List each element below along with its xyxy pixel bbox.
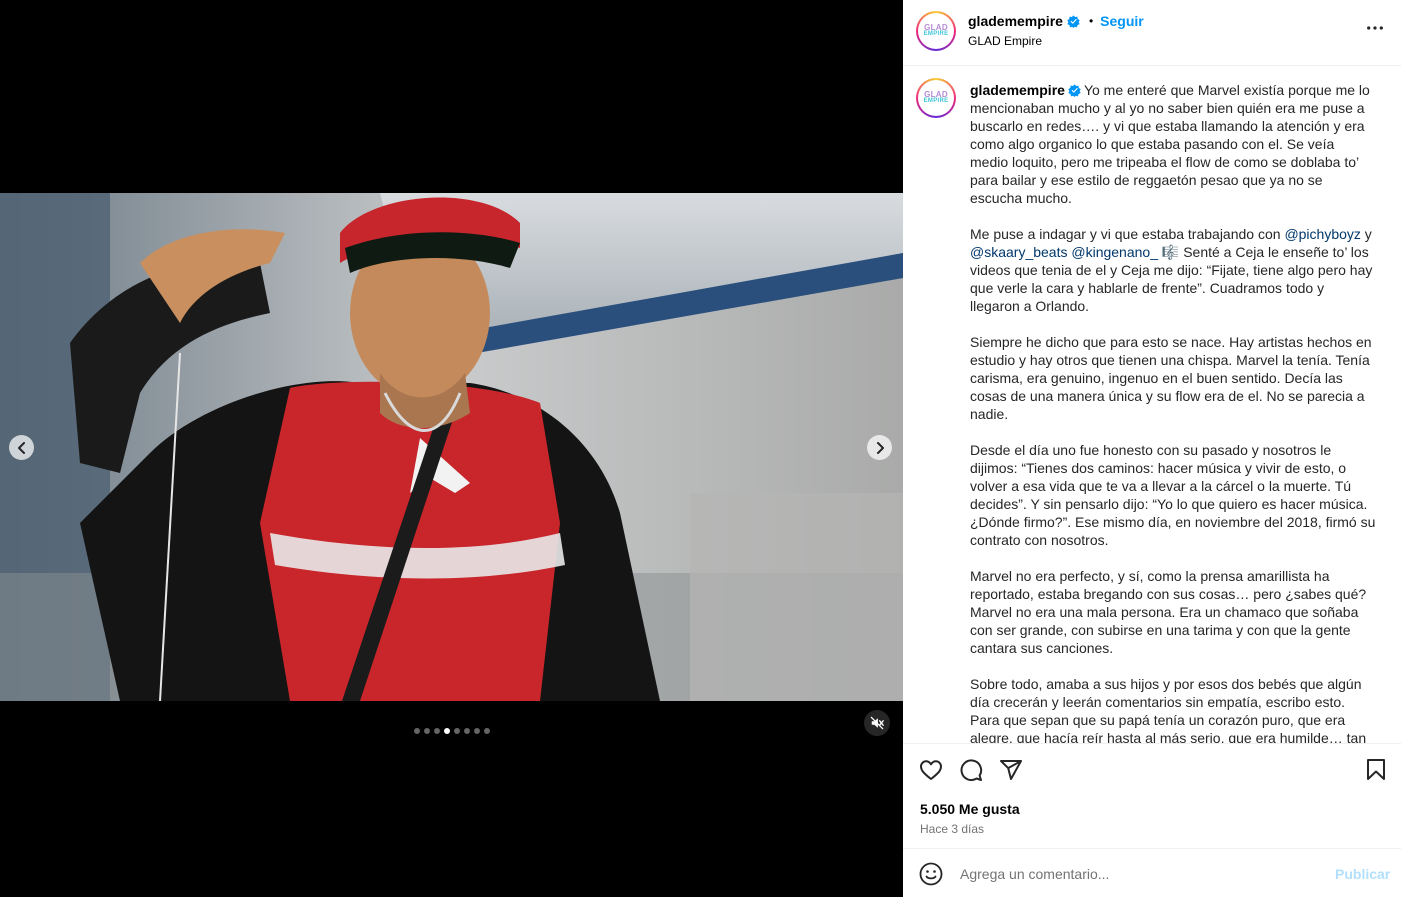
- chevron-right-icon: [876, 441, 884, 454]
- save-button[interactable]: [1364, 758, 1390, 784]
- post-video[interactable]: [0, 193, 903, 701]
- carousel-dot: [474, 728, 480, 734]
- publish-button[interactable]: Publicar: [1335, 866, 1390, 882]
- logo-text-bottom: EMPIRE: [923, 98, 949, 104]
- verified-badge-icon: [1068, 84, 1081, 97]
- video-frame-image: [0, 193, 903, 701]
- media-viewer: [0, 0, 903, 897]
- next-slide-button[interactable]: [867, 435, 892, 460]
- comment-icon: [960, 759, 983, 782]
- heart-icon: [920, 760, 942, 780]
- like-button[interactable]: [919, 758, 945, 784]
- header-subtitle[interactable]: GLAD Empire: [968, 34, 1042, 48]
- carousel-dot: [414, 728, 420, 734]
- caption-paragraph: Desde el día uno fue honesto con su pasa…: [970, 442, 1376, 548]
- share-icon: [1000, 760, 1022, 780]
- username-link[interactable]: glademempire: [968, 13, 1063, 29]
- carousel-dot: [454, 728, 460, 734]
- caption-paragraph: Marvel no era perfecto, y sí, como la pr…: [970, 568, 1367, 656]
- more-options-button[interactable]: [1365, 18, 1385, 38]
- header-user-row: glademempire • Seguir: [968, 13, 1144, 29]
- separator-dot: •: [1088, 14, 1094, 28]
- caption-paragraph: Sobre todo, amaba a sus hijos y por esos…: [970, 676, 1367, 743]
- carousel-dot: [424, 728, 430, 734]
- caption-paragraph: glademempire Yo me enteré que Marvel exi…: [970, 81, 1376, 207]
- caption-text-segment: Me puse a indagar y vi que estaba trabaj…: [970, 226, 1285, 242]
- emoji-button[interactable]: [919, 862, 945, 888]
- comment-bar: Publicar: [903, 848, 1401, 897]
- mute-toggle-button[interactable]: [864, 710, 890, 736]
- carousel-dot: [464, 728, 470, 734]
- carousel-dot: [484, 728, 490, 734]
- caption-body-1: Yo me enteré que Marvel existía porque m…: [970, 82, 1370, 206]
- post-date[interactable]: Hace 3 días: [920, 822, 984, 836]
- caption-paragraph: Me puse a indagar y vi que estaba trabaj…: [970, 225, 1376, 315]
- follow-button[interactable]: Seguir: [1100, 13, 1144, 29]
- comment-button[interactable]: [959, 758, 985, 784]
- post-header: GLAD EMPIRE glademempire • Seguir GLAD E…: [903, 0, 1401, 66]
- emoji-icon: [919, 862, 943, 886]
- likes-count[interactable]: 5.050 Me gusta: [920, 801, 1020, 817]
- bookmark-icon: [1367, 759, 1385, 780]
- logo: GLAD EMPIRE: [918, 80, 954, 116]
- caption-username-link[interactable]: glademempire: [970, 82, 1065, 98]
- mention-link[interactable]: @kingenano_: [1071, 244, 1158, 260]
- comment-input[interactable]: [960, 863, 1320, 885]
- more-options-icon: [1367, 26, 1383, 30]
- post-details-panel: GLAD EMPIRE glademempire • Seguir GLAD E…: [903, 0, 1401, 897]
- logo: GLAD EMPIRE: [918, 13, 954, 49]
- caption-text-segment: y: [1360, 226, 1372, 242]
- previous-slide-button[interactable]: [9, 435, 34, 460]
- mention-link[interactable]: @pichyboyz: [1284, 226, 1360, 242]
- chevron-left-icon: [17, 441, 25, 454]
- caption-section[interactable]: GLAD EMPIRE glademempire Yo me enteré qu…: [903, 67, 1401, 743]
- caption-avatar[interactable]: GLAD EMPIRE: [916, 78, 956, 118]
- carousel-dot: [434, 728, 440, 734]
- caption-text: glademempire Yo me enteré que Marvel exi…: [970, 81, 1376, 743]
- post-actions: 5.050 Me gusta Hace 3 días: [903, 743, 1401, 848]
- logo-text-top: GLAD: [924, 23, 948, 32]
- carousel-dot: [444, 728, 450, 734]
- carousel-indicator: [414, 728, 490, 734]
- verified-badge-icon: [1067, 14, 1080, 28]
- logo-text-bottom: EMPIRE: [923, 31, 949, 37]
- muted-speaker-icon: [870, 716, 884, 730]
- caption-paragraph: Siempre he dicho que para esto se nace. …: [970, 334, 1372, 422]
- share-button[interactable]: [999, 758, 1025, 784]
- logo-text-top: GLAD: [924, 90, 948, 99]
- mention-link[interactable]: @skaary_beats: [970, 244, 1067, 260]
- avatar[interactable]: GLAD EMPIRE: [916, 11, 956, 51]
